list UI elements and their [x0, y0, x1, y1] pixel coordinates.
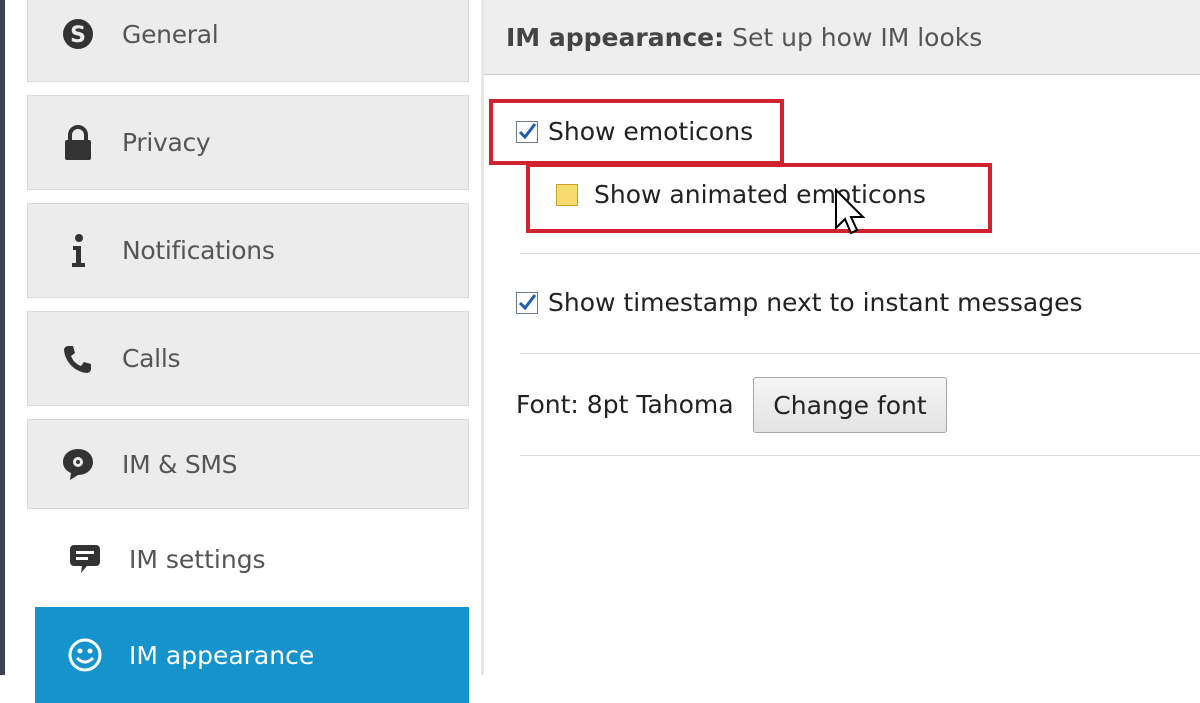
- sidebar-item-im-settings[interactable]: IM settings: [35, 511, 469, 607]
- change-font-button[interactable]: Change font: [753, 377, 947, 433]
- sidebar-item-label: IM & SMS: [122, 449, 238, 479]
- phone-icon: [58, 339, 98, 379]
- sidebar-item-calls[interactable]: Calls: [27, 311, 469, 406]
- sidebar-item-label: General: [122, 19, 219, 49]
- chat-bubble-icon: [58, 444, 98, 484]
- smiley-icon: [65, 635, 105, 675]
- mouse-cursor-icon: [832, 187, 868, 248]
- sidebar-item-label: Calls: [122, 344, 181, 373]
- highlight-box-emoticons: [489, 99, 784, 165]
- options-sidebar: S General Privacy Notifications Calls IM…: [5, 0, 481, 703]
- show-timestamp-checkbox[interactable]: [516, 291, 538, 314]
- show-timestamp-option[interactable]: Show timestamp next to instant messages: [516, 288, 1083, 317]
- font-label: Font: 8pt Tahoma: [516, 390, 734, 419]
- info-icon: [58, 231, 98, 271]
- section-separator: [520, 253, 1200, 254]
- sidebar-item-privacy[interactable]: Privacy: [27, 95, 469, 190]
- sidebar-item-im-sms[interactable]: IM & SMS: [27, 419, 469, 509]
- message-icon: [65, 539, 105, 579]
- sidebar-item-label: IM settings: [129, 544, 266, 574]
- sidebar-item-label: Notifications: [122, 236, 275, 265]
- font-setting: Font: 8pt Tahoma: [516, 390, 734, 419]
- sidebar-item-label: IM appearance: [129, 640, 315, 670]
- svg-text:S: S: [70, 23, 86, 48]
- section-separator: [520, 455, 1200, 456]
- highlight-box-animated: [526, 163, 992, 233]
- sidebar-item-general[interactable]: S General: [27, 0, 469, 82]
- page-description: Set up how IM looks: [732, 22, 983, 52]
- show-timestamp-label: Show timestamp next to instant messages: [548, 288, 1083, 317]
- sidebar-item-im-appearance[interactable]: IM appearance: [35, 607, 469, 703]
- lock-icon: [58, 123, 98, 163]
- sidebar-item-notifications[interactable]: Notifications: [27, 203, 469, 298]
- skype-icon: S: [58, 14, 98, 54]
- panel-divider: [481, 0, 484, 675]
- section-separator: [520, 353, 1200, 354]
- page-header: IM appearance: Set up how IM looks: [484, 0, 1200, 75]
- sidebar-item-label: Privacy: [122, 128, 211, 157]
- page-title: IM appearance:: [506, 22, 725, 52]
